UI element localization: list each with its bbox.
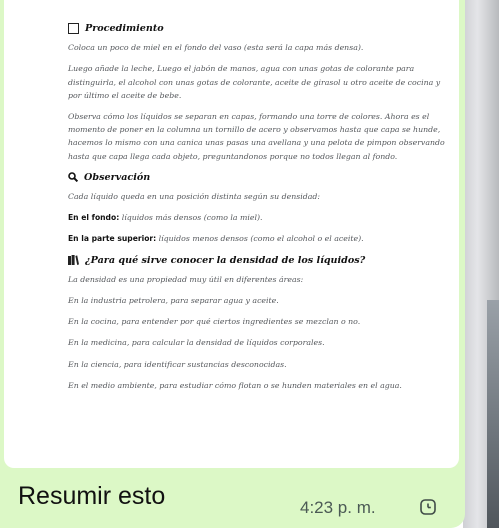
observation-bottom-text: líquidos más densos (como la miel).: [119, 213, 263, 223]
procedure-paragraph-1: Coloca un poco de miel en el fondo del v…: [68, 43, 364, 53]
magnifier-icon: [68, 172, 78, 183]
observation-bottom: En el fondo: líquidos más densos (como l…: [68, 211, 447, 224]
uses-item-3: En la cocina, para entender por qué cier…: [68, 317, 361, 327]
message-bubble[interactable]: Procedimiento Coloca un poco de miel en …: [0, 0, 465, 528]
uses-item-5: En la ciencia, para identificar sustanci…: [68, 359, 287, 369]
books-icon: [68, 255, 79, 266]
procedure-paragraph-3: Observa cómo los líquidos se separan en …: [68, 112, 445, 161]
observation-top-label: En la parte superior:: [68, 234, 157, 244]
uses-item-2: En la industria petrolera, para separar …: [68, 296, 279, 306]
background-shadow: [487, 300, 499, 528]
clock-icon: [420, 499, 436, 515]
procedure-paragraph-2: Luego añade la leche, Luego el jabón de …: [68, 64, 441, 100]
checkbox-icon: [68, 23, 79, 35]
message-caption: Resumir esto: [18, 482, 166, 510]
document-image[interactable]: Procedimiento Coloca un poco de miel en …: [4, 0, 459, 468]
uses-item-6: En el medio ambiente, para estudiar cómo…: [68, 380, 402, 390]
uses-heading: ¿Para qué sirve conocer la densidad de l…: [68, 254, 447, 267]
observation-heading: Observación: [68, 171, 447, 184]
procedure-heading: Procedimiento: [68, 22, 447, 35]
background-photo-edge: [463, 0, 499, 528]
observation-bottom-label: En el fondo:: [68, 213, 120, 223]
observation-intro: Cada líquido queda en una posición disti…: [68, 192, 321, 202]
procedure-heading-text: Procedimiento: [85, 23, 164, 34]
observation-heading-text: Observación: [84, 171, 151, 183]
observation-top-text: líquidos menos densos (como el alcohol o…: [156, 234, 364, 244]
observation-top: En la parte superior: líquidos menos den…: [68, 232, 447, 245]
message-footer: Resumir esto 4:23 p. m.: [0, 468, 465, 528]
uses-item-1: La densidad es una propiedad muy útil en…: [68, 274, 304, 284]
uses-item-4: En la medicina, para calcular la densida…: [68, 338, 325, 348]
uses-heading-text: ¿Para qué sirve conocer la densidad de l…: [85, 254, 366, 266]
message-time: 4:23 p. m.: [300, 498, 376, 517]
